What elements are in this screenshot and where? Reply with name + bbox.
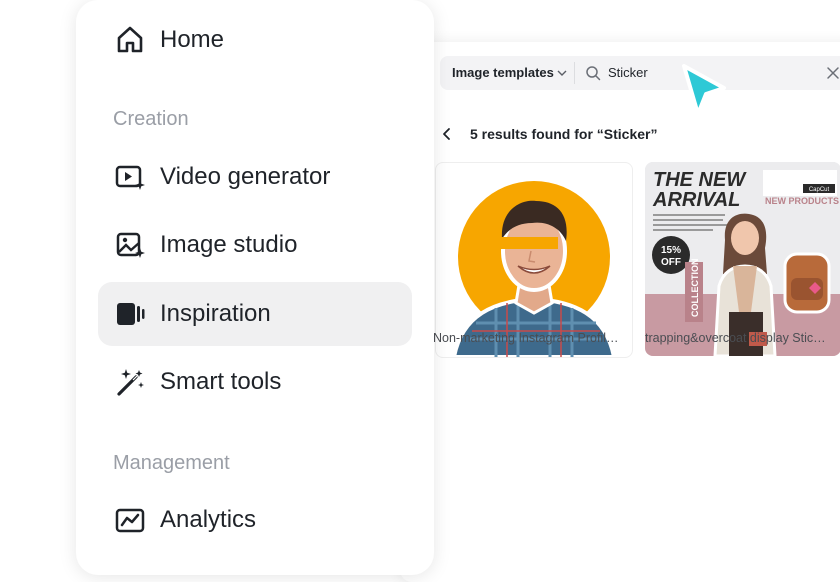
brand-label: CapCut [809,187,830,193]
home-icon [117,26,143,53]
section-label-management: Management [113,452,230,474]
close-icon[interactable] [826,66,840,80]
template-title-1: Non-marketing Instagram Profil… [433,331,619,345]
headline-2: ARRIVAL [652,189,740,211]
magic-wand-icon [117,369,144,396]
sidebar-item-label: Inspiration [160,300,271,327]
sidebar-nav: Home Creation Video generator Image stud… [76,0,434,575]
template-thumbnail-1 [451,181,617,357]
template-title-2: trapping&overcoat display Stic… [645,331,826,345]
discount-badge-percent: 15% [661,245,681,256]
collection-text: COLLECTION [690,259,700,318]
category-dropdown[interactable]: Image templates [440,56,574,90]
discount-badge-off: OFF [661,257,681,268]
sidebar-item-smart-tools[interactable]: Smart tools [98,350,412,414]
results-header: 5 results found for “Sticker” [440,126,840,146]
sidebar-item-label: Analytics [160,506,257,533]
headline-1: THE NEW [653,169,747,191]
template-card-2[interactable]: CapCut THE NEW ARRIVAL NEW PRODUCTS 15% … [645,162,840,356]
search-bar: Image templates Sticker [440,56,840,90]
new-products-tag: NEW PRODUCTS [765,196,839,206]
search-input[interactable]: Sticker [608,65,648,80]
category-dropdown-label: Image templates [452,65,554,80]
sidebar-item-label: Home [160,26,225,53]
sidebar-item-inspiration[interactable]: Inspiration [98,282,412,346]
divider [574,62,575,84]
inspiration-icon [117,303,145,325]
sidebar-item-image-studio[interactable]: Image studio [98,213,412,277]
chevron-left-icon[interactable] [440,127,454,141]
sidebar-item-analytics[interactable]: Analytics [98,488,412,552]
sidebar-item-label: Image studio [160,231,298,258]
sidebar-item-label: Smart tools [160,368,282,395]
results-count: 5 results found for “Sticker” [470,126,658,142]
video-generator-icon [115,165,145,190]
analytics-icon [115,508,145,533]
search-results-panel: Image templates Sticker 5 results found … [400,42,840,582]
template-card-1[interactable] [435,162,633,358]
sidebar-item-video-generator[interactable]: Video generator [98,145,412,209]
chevron-down-icon [557,70,567,76]
template-thumbnail-2: CapCut THE NEW ARRIVAL NEW PRODUCTS 15% … [645,162,840,356]
search-icon [586,66,601,81]
section-label-creation: Creation [113,108,189,130]
image-studio-icon [116,232,145,258]
sidebar-item-label: Video generator [160,163,331,190]
mouse-pointer-icon [682,64,726,116]
sidebar-item-home[interactable]: Home [98,8,412,72]
